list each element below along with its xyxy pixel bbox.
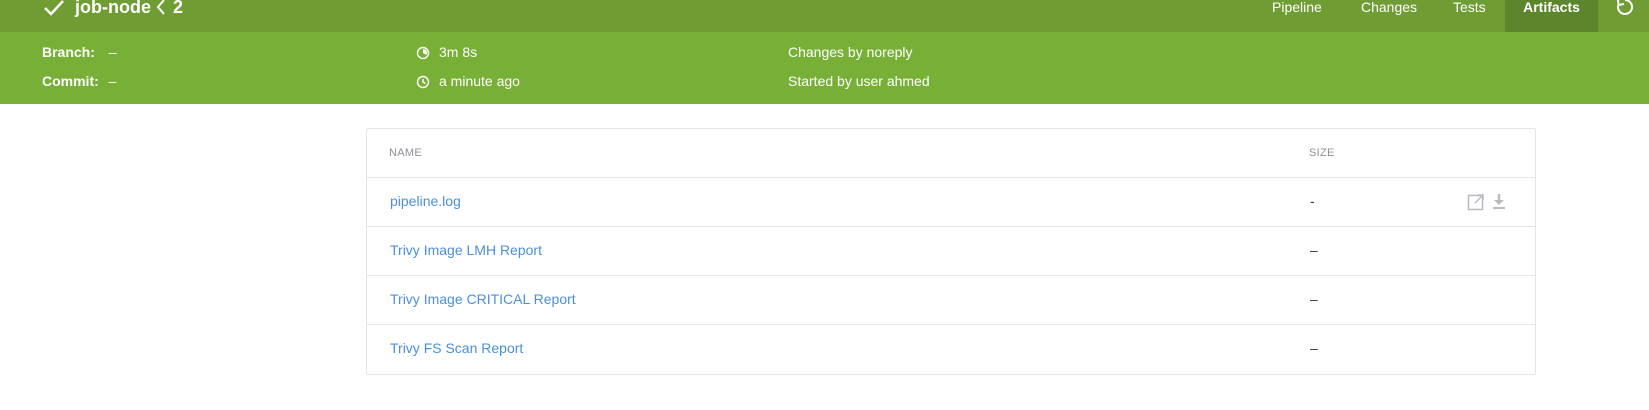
artifact-link[interactable]: Trivy Image LMH Report bbox=[390, 242, 542, 258]
started-by: Started by user ahmed bbox=[788, 73, 930, 89]
table-row: pipeline.log - bbox=[367, 177, 1535, 226]
duration-icon bbox=[416, 46, 430, 60]
tab-tests[interactable]: Tests bbox=[1453, 0, 1486, 32]
run-info-bar: Branch: – Commit: – 3m 8s a minute ago C… bbox=[0, 32, 1649, 104]
artifact-size: – bbox=[1310, 291, 1318, 307]
artifact-link[interactable]: Trivy Image CRITICAL Report bbox=[390, 291, 576, 307]
check-icon bbox=[44, 0, 64, 16]
branch-label: Branch: bbox=[42, 44, 95, 60]
artifact-size: – bbox=[1310, 242, 1318, 258]
duration: 3m 8s bbox=[439, 44, 478, 60]
column-header-name: NAME bbox=[389, 147, 422, 159]
artifact-link[interactable]: Trivy FS Scan Report bbox=[390, 340, 523, 356]
table-row: Trivy Image LMH Report – bbox=[367, 226, 1535, 275]
replay-icon[interactable] bbox=[1614, 0, 1636, 18]
open-external-icon[interactable] bbox=[1466, 192, 1486, 212]
tab-pipeline[interactable]: Pipeline bbox=[1272, 0, 1322, 32]
commit-row: Commit: – bbox=[42, 73, 116, 89]
commit-value: – bbox=[108, 73, 117, 89]
job-name[interactable]: job-node bbox=[75, 0, 151, 18]
tab-artifacts[interactable]: Artifacts bbox=[1505, 0, 1598, 32]
artifact-link[interactable]: pipeline.log bbox=[390, 193, 461, 209]
artifacts-table: NAME SIZE pipeline.log - Trivy Image LMH… bbox=[366, 128, 1536, 375]
changes-author: Changes by noreply bbox=[788, 44, 913, 60]
tab-tests-label: Tests bbox=[1453, 0, 1486, 15]
column-header-size: SIZE bbox=[1309, 147, 1335, 159]
tab-changes-label: Changes bbox=[1361, 0, 1418, 15]
artifact-size: - bbox=[1310, 193, 1315, 209]
table-row: Trivy Image CRITICAL Report – bbox=[367, 275, 1535, 324]
commit-label: Commit: bbox=[42, 73, 99, 89]
artifact-size: – bbox=[1310, 340, 1318, 356]
tab-pipeline-label: Pipeline bbox=[1272, 0, 1322, 15]
chevron-left-icon[interactable] bbox=[154, 0, 168, 18]
table-row: Trivy FS Scan Report – bbox=[367, 324, 1535, 374]
branch-row: Branch: – bbox=[42, 44, 117, 60]
tab-changes[interactable]: Changes bbox=[1361, 0, 1417, 32]
tab-artifacts-label: Artifacts bbox=[1523, 0, 1580, 15]
finished-time: a minute ago bbox=[439, 73, 520, 89]
run-number: 2 bbox=[173, 0, 184, 17]
download-icon[interactable] bbox=[1489, 192, 1509, 212]
top-header: job-node 2 Pipeline Changes Tests Artifa… bbox=[0, 0, 1649, 32]
branch-value: – bbox=[108, 44, 117, 60]
clock-icon bbox=[416, 75, 430, 89]
